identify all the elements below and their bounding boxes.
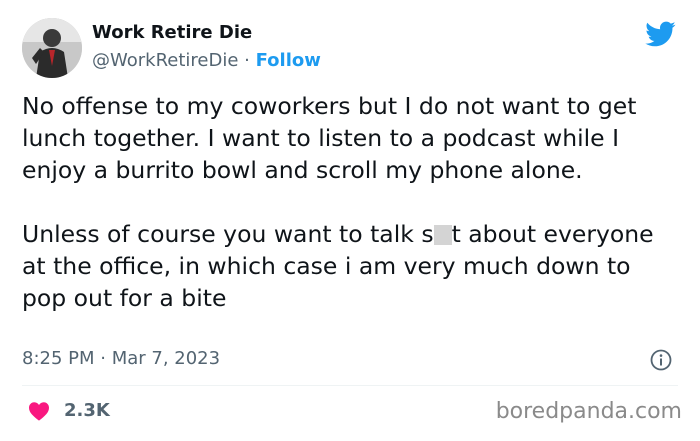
- tweet-text-segment: Unless of course you want to talk s: [22, 220, 434, 248]
- heart-icon[interactable]: [28, 401, 50, 421]
- handle-separator: ·: [238, 50, 256, 71]
- tweet-timestamp[interactable]: 8:25 PM · Mar 7, 2023: [22, 348, 220, 369]
- tweet-paragraph: No offense to my coworkers but I do not …: [22, 92, 637, 184]
- watermark: boredpanda.com: [495, 399, 682, 424]
- info-icon[interactable]: [650, 349, 672, 371]
- author-handle-row: @WorkRetireDie · Follow: [92, 50, 321, 71]
- like-count[interactable]: 2.3K: [64, 400, 110, 421]
- tweet-text: No offense to my coworkers but I do not …: [22, 90, 672, 314]
- divider: [22, 385, 678, 386]
- author-name[interactable]: Work Retire Die: [92, 22, 252, 43]
- tweet-paragraph: Unless of course you want to talk st abo…: [22, 218, 672, 314]
- follow-button[interactable]: Follow: [256, 50, 321, 71]
- author-handle[interactable]: @WorkRetireDie: [92, 50, 238, 71]
- censor-block: [433, 225, 452, 245]
- avatar[interactable]: [22, 18, 82, 78]
- twitter-bird-icon[interactable]: [644, 18, 676, 50]
